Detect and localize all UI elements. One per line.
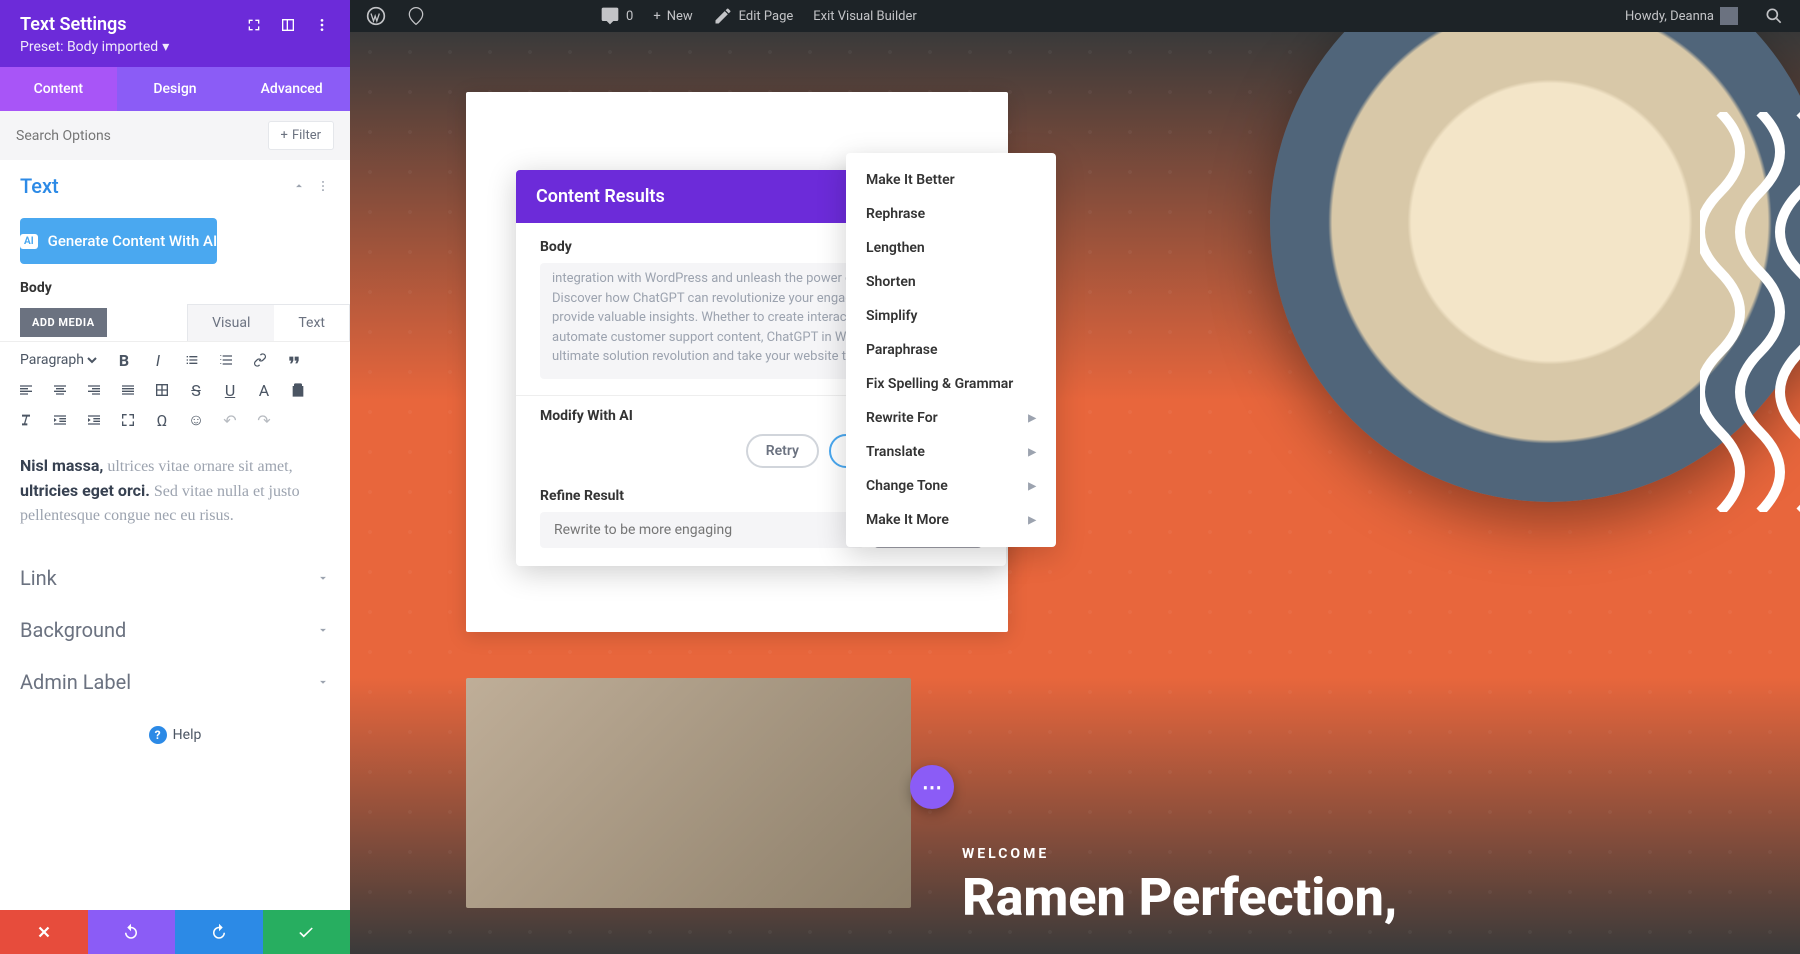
greeting-item[interactable]: Howdy, Deanna: [1617, 0, 1746, 32]
dropdown-item[interactable]: Simplify: [846, 299, 1056, 333]
hero-headline: Ramen Perfection,: [962, 872, 1397, 924]
new-item[interactable]: +New: [645, 0, 700, 32]
emoji-icon[interactable]: ☺: [186, 410, 206, 430]
site-icon[interactable]: [398, 0, 434, 32]
panel-icon[interactable]: [280, 17, 296, 33]
hero-text: WELCOME Ramen Perfection,: [962, 846, 1397, 924]
avatar-icon: [1720, 7, 1738, 25]
numbered-list-icon[interactable]: [216, 350, 236, 370]
chevron-down-icon: [316, 571, 330, 585]
hero-kicker: WELCOME: [962, 846, 1397, 862]
dropdown-item[interactable]: Translate▶: [846, 435, 1056, 469]
chevron-right-icon: ▶: [1028, 413, 1036, 424]
section-link-header[interactable]: Link: [0, 552, 350, 604]
fullscreen-icon[interactable]: [118, 410, 138, 430]
section-background-header[interactable]: Background: [0, 604, 350, 656]
dropdown-item[interactable]: Lengthen: [846, 231, 1056, 265]
clear-format-icon[interactable]: [16, 410, 36, 430]
preset-selector[interactable]: Preset: Body imported▾: [20, 39, 330, 55]
kebab-icon[interactable]: [314, 17, 330, 33]
improve-dropdown: Make It BetterRephraseLengthenShortenSim…: [846, 153, 1056, 547]
filter-button[interactable]: +Filter: [268, 121, 334, 150]
module-fab[interactable]: ⋯: [910, 765, 954, 809]
help-link[interactable]: ? Help: [0, 708, 350, 774]
paragraph-select[interactable]: Paragraph: [16, 351, 100, 369]
align-justify-icon[interactable]: [118, 380, 138, 400]
editor-toolbar: Paragraph B I S U A Ω ☺ ↶ ↷: [0, 341, 350, 438]
editor-content[interactable]: Nisl massa, ultrices vitae ornare sit am…: [0, 438, 350, 552]
search-row: +Filter: [0, 111, 350, 160]
dropdown-item[interactable]: Rewrite For▶: [846, 401, 1056, 435]
chevron-right-icon: ▶: [1028, 481, 1036, 492]
save-button[interactable]: [263, 910, 351, 954]
kebab-icon[interactable]: [316, 179, 330, 193]
cancel-button[interactable]: [0, 910, 88, 954]
undo-icon[interactable]: ↶: [220, 410, 240, 430]
chevron-right-icon: ▶: [1028, 447, 1036, 458]
secondary-image: [466, 678, 911, 908]
sidebar-footer: [0, 910, 350, 954]
align-center-icon[interactable]: [50, 380, 70, 400]
section-text-header[interactable]: Text: [0, 160, 350, 212]
chevron-right-icon: ▶: [1028, 515, 1036, 526]
dropdown-item[interactable]: Paraphrase: [846, 333, 1056, 367]
settings-sidebar: Text Settings Preset: Body imported▾ Con…: [0, 0, 350, 954]
exit-vb-item[interactable]: Exit Visual Builder: [805, 0, 924, 32]
redo-button[interactable]: [175, 910, 263, 954]
body-label: Body: [0, 280, 350, 304]
paste-icon[interactable]: [288, 380, 308, 400]
chevron-up-icon: [292, 179, 306, 193]
settings-tabs: Content Design Advanced: [0, 67, 350, 111]
outdent-icon[interactable]: [50, 410, 70, 430]
generate-ai-button[interactable]: AI Generate Content With AI: [20, 218, 217, 264]
sidebar-title: Text Settings: [20, 14, 127, 35]
tab-content[interactable]: Content: [0, 67, 117, 111]
editor-tab-text[interactable]: Text: [274, 305, 349, 341]
chevron-down-icon: [316, 623, 330, 637]
dropdown-item[interactable]: Rephrase: [846, 197, 1056, 231]
chevron-down-icon: [316, 675, 330, 689]
align-right-icon[interactable]: [84, 380, 104, 400]
align-left-icon[interactable]: [16, 380, 36, 400]
expand-icon[interactable]: [246, 17, 262, 33]
section-admin-label-header[interactable]: Admin Label: [0, 656, 350, 708]
wp-admin-bar: 0 +New Edit Page Exit Visual Builder How…: [350, 0, 1800, 32]
comments-item[interactable]: 0: [592, 0, 641, 32]
bold-icon[interactable]: B: [114, 350, 134, 370]
bulleted-list-icon[interactable]: [182, 350, 202, 370]
edit-page-item[interactable]: Edit Page: [705, 0, 802, 32]
tab-design[interactable]: Design: [117, 67, 234, 111]
strikethrough-icon[interactable]: S: [186, 380, 206, 400]
undo-button[interactable]: [88, 910, 176, 954]
link-icon[interactable]: [250, 350, 270, 370]
search-input[interactable]: [16, 128, 260, 144]
dropdown-item[interactable]: Fix Spelling & Grammar: [846, 367, 1056, 401]
dropdown-item[interactable]: Make It More▶: [846, 503, 1056, 537]
add-media-button[interactable]: ADD MEDIA: [20, 308, 107, 337]
quote-icon[interactable]: [284, 350, 304, 370]
text-color-icon[interactable]: A: [254, 380, 274, 400]
editor-tab-visual[interactable]: Visual: [188, 305, 274, 341]
ai-badge-icon: AI: [20, 234, 38, 249]
tab-advanced[interactable]: Advanced: [233, 67, 350, 111]
italic-icon[interactable]: I: [148, 350, 168, 370]
help-icon: ?: [149, 726, 167, 744]
redo-icon[interactable]: ↷: [254, 410, 274, 430]
dropdown-item[interactable]: Make It Better: [846, 163, 1056, 197]
wp-logo-icon[interactable]: [358, 0, 394, 32]
table-icon[interactable]: [152, 380, 172, 400]
indent-icon[interactable]: [84, 410, 104, 430]
retry-button[interactable]: Retry: [746, 434, 819, 468]
refine-input[interactable]: [540, 512, 864, 548]
special-char-icon[interactable]: Ω: [152, 410, 172, 430]
dropdown-item[interactable]: Shorten: [846, 265, 1056, 299]
dropdown-item[interactable]: Change Tone▶: [846, 469, 1056, 503]
underline-icon[interactable]: U: [220, 380, 240, 400]
search-icon[interactable]: [1756, 0, 1792, 32]
wave-decoration-icon: [1700, 112, 1800, 512]
sidebar-header: Text Settings Preset: Body imported▾: [0, 0, 350, 67]
